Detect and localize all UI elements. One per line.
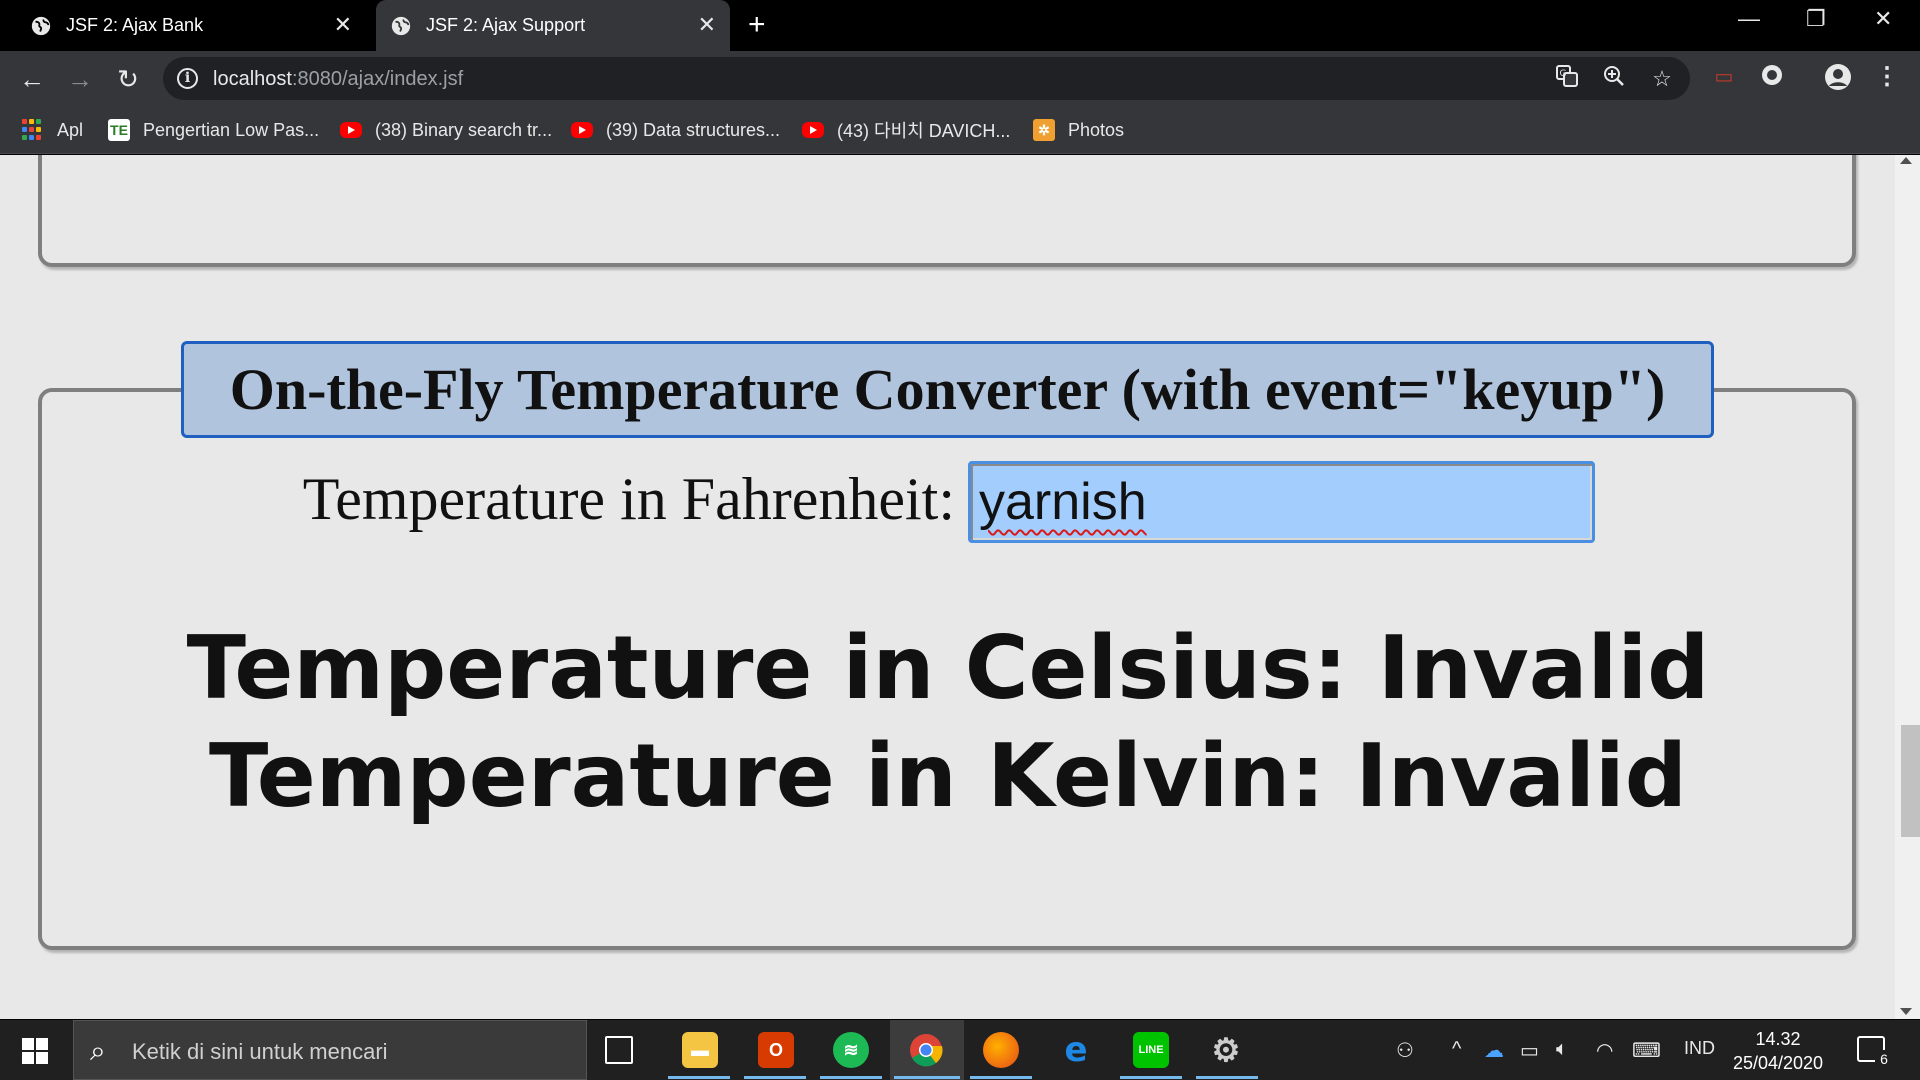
bookmark-label: (38) Binary search tr... <box>375 119 553 140</box>
site-icon: TE <box>108 119 130 141</box>
browser-toolbar: ← → ↻ i localhost:8080/ajax/index.jsf G … <box>0 51 1920 106</box>
system-clock[interactable]: 14.32 25/04/2020 <box>1732 1027 1824 1075</box>
running-indicator <box>744 1076 806 1079</box>
bookmark-label: (43) 다비치 DAVICH... <box>837 121 1011 141</box>
bookmark-label: Pengertian Low Pas... <box>143 119 320 140</box>
page-viewport: On-the-Fly Temperature Converter (with e… <box>0 155 1920 1019</box>
url-text[interactable]: localhost:8080/ajax/index.jsf <box>213 68 463 91</box>
keyboard-icon[interactable]: ⌨ <box>1632 1038 1661 1063</box>
windows-taskbar: ⌕ Ketik di sini untuk mencari ▬ O ≋ e LI… <box>0 1020 1920 1080</box>
tab-ajax-bank[interactable]: JSF 2: Ajax Bank ✕ <box>0 0 366 51</box>
close-icon[interactable]: ✕ <box>698 13 716 37</box>
bookmark-apps[interactable]: Apl <box>22 116 83 144</box>
zoom-icon[interactable] <box>1600 65 1628 93</box>
reload-icon[interactable]: ↻ <box>112 63 144 95</box>
globe-icon <box>31 16 51 35</box>
scroll-down-icon[interactable] <box>1900 1008 1912 1015</box>
running-indicator <box>1196 1076 1258 1079</box>
fahrenheit-input-value: yarnish <box>979 473 1147 531</box>
address-bar[interactable]: i localhost:8080/ajax/index.jsf G ☆ <box>163 57 1690 100</box>
previous-fieldset <box>38 155 1856 267</box>
fahrenheit-label: Temperature in Fahrenheit: <box>302 466 955 532</box>
chrome-icon[interactable] <box>908 1032 944 1068</box>
youtube-icon <box>571 122 593 138</box>
scrollbar-thumb[interactable] <box>1901 725 1920 837</box>
extension-circle-icon[interactable] <box>1758 63 1786 91</box>
file-explorer-icon[interactable]: ▬ <box>682 1032 718 1068</box>
fahrenheit-input[interactable]: yarnish <box>968 461 1595 543</box>
tab-title: JSF 2: Ajax Support <box>426 15 586 35</box>
fahrenheit-row: Temperature in Fahrenheit: yarnish <box>0 457 1920 543</box>
clock-date: 25/04/2020 <box>1732 1053 1824 1073</box>
tab-strip: JSF 2: Ajax Bank ✕ JSF 2: Ajax Support ✕… <box>0 0 1920 51</box>
youtube-icon <box>340 122 362 138</box>
tab-title: JSF 2: Ajax Bank <box>66 15 204 35</box>
close-icon[interactable]: ✕ <box>334 13 352 37</box>
menu-kebab-icon[interactable]: ⋮ <box>1873 63 1901 91</box>
translate-icon[interactable]: G <box>1553 65 1581 93</box>
bookmark-star-icon[interactable]: ☆ <box>1648 65 1676 93</box>
url-path: :8080/ajax/index.jsf <box>291 68 464 90</box>
apps-grid-icon <box>22 119 44 141</box>
back-icon[interactable]: ← <box>16 63 48 95</box>
wifi-icon[interactable]: ◠ <box>1596 1038 1613 1063</box>
bookmark-label: (39) Data structures... <box>606 119 781 140</box>
extension-icon[interactable]: ▭ <box>1710 63 1738 91</box>
notification-count: 6 <box>1875 1050 1893 1068</box>
bookmark-davichi[interactable]: (43) 다비치 DAVICH... <box>802 116 1010 144</box>
bookmark-data-structures[interactable]: (39) Data structures... <box>571 116 780 144</box>
svg-text:G: G <box>1560 69 1567 79</box>
people-icon[interactable]: ⚇ <box>1396 1038 1414 1063</box>
restore-icon[interactable]: ❐ <box>1806 6 1826 32</box>
bookmark-label: Apl <box>57 119 84 140</box>
kelvin-result: Temperature in Kelvin: Invalid <box>208 725 1688 827</box>
clock-time: 14.32 <box>1755 1029 1801 1049</box>
forward-icon[interactable]: → <box>64 63 96 95</box>
running-indicator <box>1120 1076 1182 1079</box>
window-close-icon[interactable]: ✕ <box>1874 6 1892 32</box>
minimize-icon[interactable]: — <box>1738 6 1760 32</box>
site-info-icon[interactable]: i <box>177 68 198 89</box>
bookmark-low-pass[interactable]: TE Pengertian Low Pas... <box>108 116 319 144</box>
onedrive-icon[interactable]: ☁ <box>1484 1038 1504 1063</box>
running-indicator <box>894 1076 960 1079</box>
vertical-scrollbar[interactable] <box>1895 155 1920 1019</box>
language-indicator[interactable]: IND <box>1684 1038 1715 1059</box>
spotify-icon[interactable]: ≋ <box>833 1032 869 1068</box>
photos-icon: ✲ <box>1033 119 1055 141</box>
new-tab-button[interactable]: + <box>748 10 766 40</box>
settings-gear-icon[interactable]: ⚙ <box>1208 1032 1244 1068</box>
url-host: localhost <box>213 68 292 90</box>
task-view-icon[interactable] <box>605 1036 633 1064</box>
running-indicator <box>820 1076 882 1079</box>
battery-icon[interactable]: ▭ <box>1520 1038 1539 1063</box>
edge-icon[interactable]: e <box>1058 1030 1094 1070</box>
converter-legend: On-the-Fly Temperature Converter (with e… <box>181 341 1714 438</box>
running-indicator <box>970 1076 1032 1079</box>
globe-icon <box>391 16 411 35</box>
windows-start-icon[interactable] <box>22 1038 48 1064</box>
office-icon[interactable]: O <box>758 1032 794 1068</box>
bookmarks-bar: Apl TE Pengertian Low Pas... (38) Binary… <box>0 106 1920 154</box>
scroll-up-icon[interactable] <box>1900 157 1912 164</box>
bookmark-photos[interactable]: ✲ Photos <box>1033 116 1124 144</box>
tab-ajax-support[interactable]: JSF 2: Ajax Support ✕ <box>376 0 730 51</box>
firefox-icon[interactable] <box>983 1032 1019 1068</box>
taskbar-search-box[interactable]: ⌕ Ketik di sini untuk mencari <box>73 1020 587 1080</box>
volume-icon[interactable]: 🔈︎ <box>1556 1038 1568 1061</box>
running-indicator <box>668 1076 730 1079</box>
youtube-icon <box>802 122 824 138</box>
profile-avatar-icon[interactable] <box>1824 63 1852 91</box>
bookmark-label: Photos <box>1068 119 1125 140</box>
search-placeholder: Ketik di sini untuk mencari <box>132 1039 388 1064</box>
line-icon[interactable]: LINE <box>1133 1032 1169 1068</box>
bookmark-binary-search[interactable]: (38) Binary search tr... <box>340 116 552 144</box>
celsius-result: Temperature in Celsius: Invalid <box>186 617 1710 719</box>
search-icon: ⌕ <box>90 1035 106 1066</box>
chevron-up-icon[interactable]: ^ <box>1452 1038 1461 1061</box>
